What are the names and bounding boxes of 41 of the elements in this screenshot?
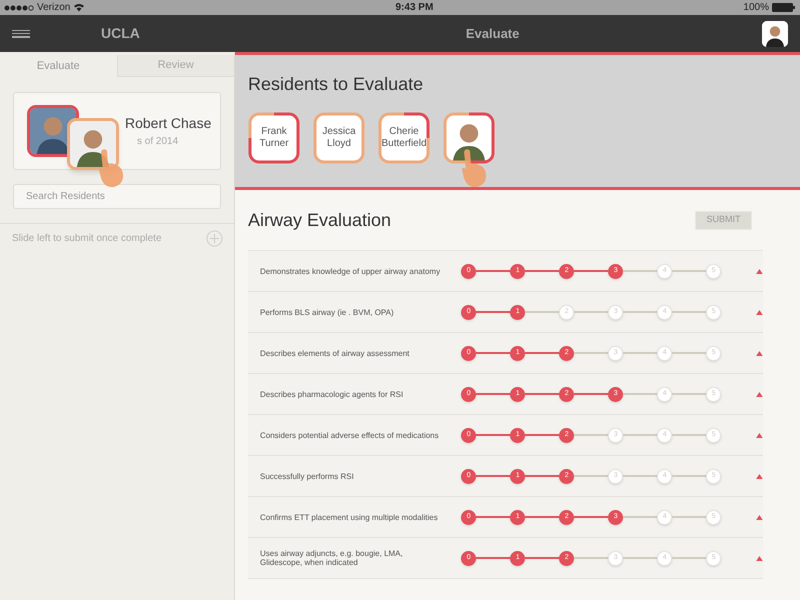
criterion-label: Describes elements of airway assessment xyxy=(260,348,410,358)
hand-pointer-icon xyxy=(459,148,489,188)
collapse-icon[interactable] xyxy=(756,474,763,478)
search-field[interactable]: Search Residents xyxy=(13,184,221,209)
collapse-icon[interactable] xyxy=(756,514,763,520)
criterion-label: Demonstrates knowledge of upper airway anatomy xyxy=(260,266,442,276)
section-title: Airway Evaluation xyxy=(248,208,392,232)
panel-title: Residents to Evaluate xyxy=(248,73,424,96)
resident-tile-name: Cherie Butterfield xyxy=(381,126,427,150)
collapse-icon[interactable] xyxy=(756,268,763,274)
tab[interactable]: Evaluate xyxy=(0,55,116,77)
resident-tile[interactable]: Jessica Lloyd xyxy=(313,112,365,164)
collapse-icon[interactable] xyxy=(756,432,763,438)
tab[interactable]: Review xyxy=(116,55,234,77)
resident-tile-name: Frank Turner xyxy=(258,126,290,150)
signal-icon xyxy=(4,4,34,10)
criterion-label: Confirms ETT placement using multiple modalities xyxy=(260,512,439,522)
collapse-icon[interactable] xyxy=(756,392,763,396)
collapse-icon[interactable] xyxy=(756,556,763,560)
carrier-label: Verizon xyxy=(37,1,70,15)
screen-title: Evaluate xyxy=(466,24,520,43)
user-avatar[interactable] xyxy=(762,20,788,46)
brand-label: UCLA xyxy=(101,24,140,43)
battery-icon xyxy=(772,3,796,12)
criterion-label: Performs BLS airway (ie . BVM, OPA) xyxy=(260,308,395,316)
resident-tile[interactable]: Cherie Butterfield xyxy=(378,112,430,164)
criterion-label: Considers potential adverse effects of medications xyxy=(260,430,440,440)
menu-icon[interactable] xyxy=(12,30,30,38)
battery-percent: 100% xyxy=(743,1,769,15)
resident-tile-name: Jessica Lloyd xyxy=(321,126,357,150)
resident-class: s of 2014 xyxy=(137,135,180,149)
clock: 9:43 PM xyxy=(395,1,434,15)
wifi-icon xyxy=(73,3,86,12)
resident-name: Robert Chase xyxy=(125,114,212,133)
collapse-icon[interactable] xyxy=(756,310,763,314)
criterion-label: Describes pharmacologic agents for RSI xyxy=(260,390,404,398)
criterion-label: Uses airway adjuncts, e.g. bougie, LMA, Glidescope, when indicated xyxy=(260,549,404,567)
hint-text: Slide left to submit once complete xyxy=(12,232,162,246)
resident-tile[interactable]: Frank Turner xyxy=(248,112,300,164)
criterion-label: Successfully performs RSI xyxy=(260,472,355,480)
collapse-icon[interactable] xyxy=(756,350,763,356)
